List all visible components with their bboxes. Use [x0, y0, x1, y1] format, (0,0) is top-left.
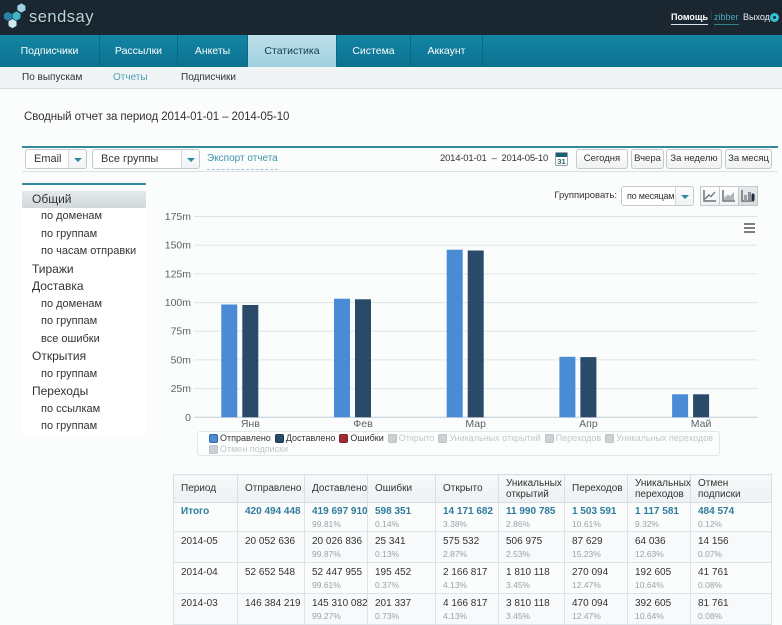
- svg-text:175m: 175m: [165, 211, 192, 223]
- svg-text:75m: 75m: [171, 326, 192, 338]
- svg-text:Янв: Янв: [241, 418, 260, 430]
- svg-text:150m: 150m: [165, 240, 192, 252]
- svg-text:Фев: Фев: [353, 418, 373, 430]
- svg-text:Мар: Мар: [465, 418, 486, 430]
- svg-text:125m: 125m: [165, 268, 192, 280]
- svg-text:Апр: Апр: [579, 418, 598, 430]
- svg-text:Май: Май: [691, 418, 712, 430]
- svg-text:100m: 100m: [165, 297, 192, 309]
- svg-text:0: 0: [185, 412, 191, 424]
- svg-text:25m: 25m: [171, 383, 192, 395]
- svg-text:50m: 50m: [171, 354, 192, 366]
